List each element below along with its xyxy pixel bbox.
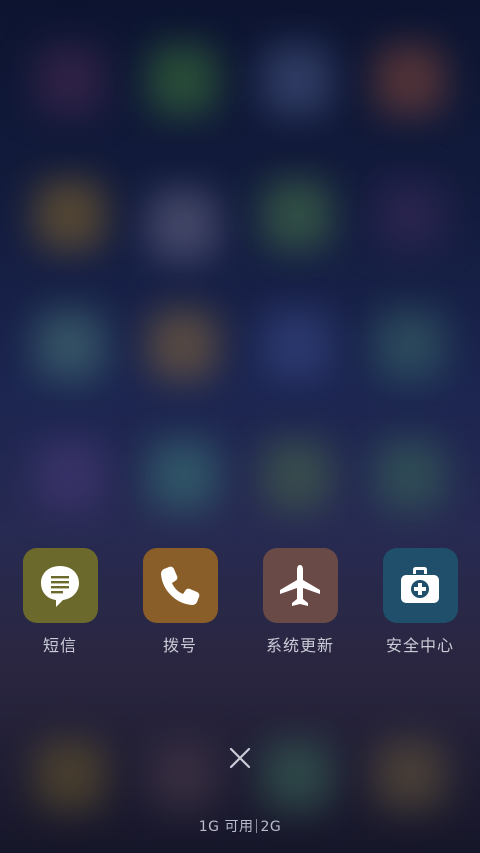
recent-app-security-center[interactable]: 安全中心 bbox=[370, 548, 470, 656]
blurred-app-blob bbox=[375, 180, 445, 250]
blurred-app-blob bbox=[35, 310, 105, 380]
blurred-app-blob bbox=[35, 45, 105, 115]
memory-total: 2G bbox=[260, 819, 282, 835]
app-label: 短信 bbox=[42, 636, 77, 655]
blurred-app-blob bbox=[262, 45, 332, 115]
app-label: 拨号 bbox=[162, 636, 197, 655]
app-label: 安全中心 bbox=[385, 636, 454, 655]
app-label: 系统更新 bbox=[265, 636, 334, 655]
blurred-app-blob bbox=[262, 740, 332, 810]
blurred-app-blob bbox=[262, 180, 332, 250]
airplane-icon bbox=[277, 563, 323, 609]
blurred-app-blob bbox=[148, 440, 218, 510]
message-bubble-icon bbox=[39, 564, 81, 608]
blurred-app-blob bbox=[262, 440, 332, 510]
recent-app-sms[interactable]: 短信 bbox=[10, 548, 110, 656]
memory-status: 1G 可用 2G bbox=[0, 816, 480, 836]
system-update-app-icon[interactable] bbox=[262, 548, 338, 623]
blurred-app-blob bbox=[375, 440, 445, 510]
blurred-app-blob bbox=[148, 310, 218, 380]
blurred-app-blob bbox=[35, 440, 105, 510]
phone-icon bbox=[158, 564, 202, 608]
blurred-app-blob bbox=[375, 310, 445, 380]
clear-all-button[interactable] bbox=[226, 744, 254, 772]
blurred-app-blob bbox=[35, 180, 105, 250]
dialer-app-icon[interactable] bbox=[142, 548, 218, 623]
memory-divider bbox=[256, 819, 258, 833]
blurred-app-blob bbox=[375, 740, 445, 810]
blurred-app-blob bbox=[148, 740, 218, 810]
recent-apps-row: 短信 拨号 系统更新 安全中心 bbox=[0, 548, 480, 658]
blurred-app-blob bbox=[148, 45, 218, 115]
memory-available: 1G 可用 bbox=[198, 819, 254, 835]
security-center-app-icon[interactable] bbox=[382, 548, 458, 623]
sms-app-icon[interactable] bbox=[22, 548, 98, 623]
blurred-home-background bbox=[0, 0, 480, 853]
recent-app-dialer[interactable]: 拨号 bbox=[130, 548, 230, 656]
blurred-app-blob bbox=[375, 45, 445, 115]
medical-kit-icon bbox=[398, 566, 442, 606]
blurred-app-blob bbox=[35, 740, 105, 810]
close-icon bbox=[226, 747, 254, 776]
recent-app-system-update[interactable]: 系统更新 bbox=[250, 548, 350, 656]
blurred-app-blob bbox=[148, 190, 218, 260]
blurred-app-blob bbox=[262, 310, 332, 380]
